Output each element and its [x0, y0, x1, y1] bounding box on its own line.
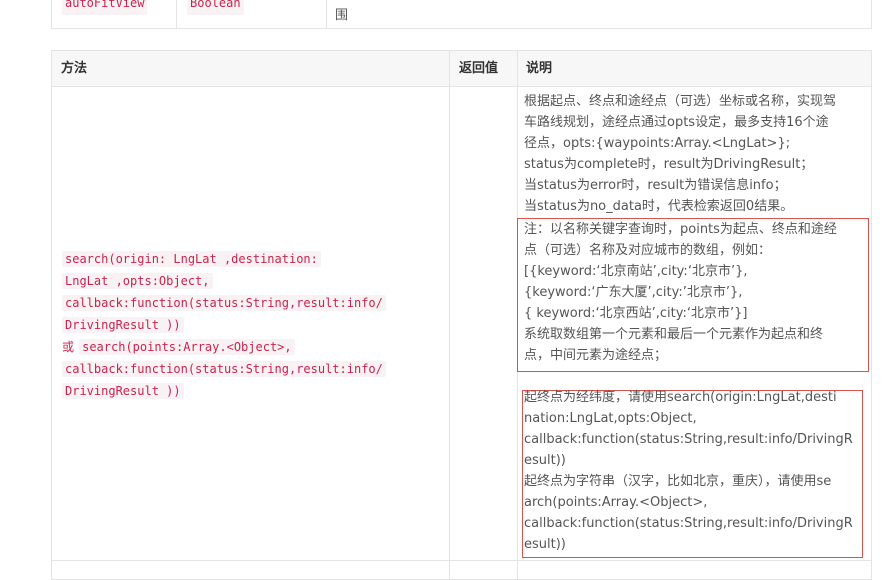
- prev-option-name: autoFitView: [62, 0, 148, 15]
- prev-desc-cell: 围: [326, 0, 871, 28]
- prev-desc-tail: 围: [335, 8, 349, 23]
- tip-line: esult)): [524, 537, 566, 552]
- desc-line: 根据起点、终点和途经点（可选）坐标或名称，实现驾: [524, 94, 837, 109]
- desc-line: status为complete时，result为DrivingResult；: [524, 157, 814, 172]
- tip-line: 起终点为字符串（汉字，比如北京，重庆），请使用se: [524, 474, 832, 489]
- desc-line: 当status为error时，result为错误信息info；: [524, 178, 787, 193]
- tip-line: 起终点为经纬度，请使用search(origin:LngLat,desti: [524, 390, 837, 405]
- prev-type-cell: Boolean: [176, 0, 327, 28]
- tip-text: 起终点为经纬度，请使用search(origin:LngLat,desti na…: [524, 387, 869, 555]
- method-line: search(points:Array.<Object>,: [79, 339, 295, 355]
- tip-line: arch(points:Array.<Object>,: [524, 495, 708, 510]
- note-line: 点（可选）名称及对应城市的数组，例如：: [524, 243, 772, 258]
- note-line: [{keyword:‘北京南站’,city:‘北京市’},: [524, 264, 748, 279]
- tip-line: nation:LngLat,opts:Object,: [524, 411, 697, 426]
- tip-line: esult)): [524, 453, 566, 468]
- note-line: 点，中间元素为途经点；: [524, 348, 668, 363]
- previous-table: autoFitView Boolean 围: [51, 0, 872, 29]
- method-line: DrivingResult )): [62, 317, 184, 333]
- method-signature: search(origin: LngLat ,destination: LngL…: [62, 248, 442, 402]
- method-line: callback:function(status:String,result:i…: [62, 361, 386, 377]
- method-line: DrivingResult )): [62, 383, 184, 399]
- note-line: {keyword:‘广东大厦’,city:’北京市’},: [524, 285, 743, 300]
- note-line: 注：以名称关键字查询时，points为起点、终点和途经: [524, 222, 837, 237]
- desc-line: 当status为no_data时，代表检索返回0结果。: [524, 199, 794, 214]
- prev-name-cell: autoFitView: [52, 0, 176, 28]
- header-desc: 说明: [526, 61, 553, 76]
- prev-option-type: Boolean: [187, 0, 244, 15]
- header-method: 方法: [61, 61, 88, 76]
- method-line: LngLat ,opts:Object,: [62, 273, 213, 289]
- row-divider: [52, 560, 871, 561]
- note-line: { keyword:‘北京西站’,city:‘北京市’}]: [524, 306, 748, 321]
- note-text: 注：以名称关键字查询时，points为起点、终点和途经 点（可选）名称及对应城市…: [524, 219, 869, 366]
- tip-line: callback:function(status:String,result:i…: [524, 432, 853, 447]
- note-line: 系统取数组第一个元素和最后一个元素作为起点和终: [524, 327, 824, 342]
- tip-line: callback:function(status:String,result:i…: [524, 516, 853, 531]
- methods-table: 方法 返回值 说明 search(origin: LngLat ,destina…: [51, 50, 872, 580]
- method-description: 根据起点、终点和途经点（可选）坐标或名称，实现驾 车路线规划，途经点通过opts…: [524, 91, 869, 217]
- desc-line: 径点，opts:{waypoints:Array.<LngLat>};: [524, 136, 791, 151]
- header-returns: 返回值: [459, 61, 499, 76]
- or-label: 或: [62, 340, 75, 354]
- column-divider: [449, 51, 450, 579]
- method-line: callback:function(status:String,result:i…: [62, 295, 386, 311]
- table-header: 方法 返回值 说明: [52, 51, 871, 87]
- desc-line: 车路线规划，途经点通过opts设定，最多支持16个途: [524, 115, 829, 130]
- method-line: search(origin: LngLat ,destination:: [62, 251, 321, 267]
